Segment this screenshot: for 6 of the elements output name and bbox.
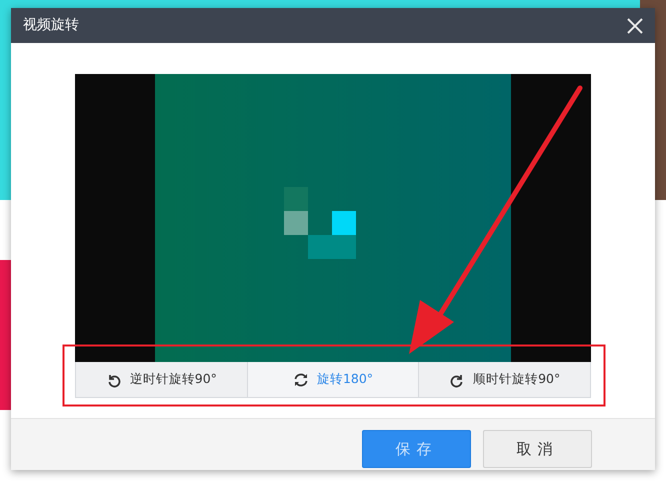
rotate-button[interactable]: 逆时针旋转90° (76, 362, 248, 397)
sync-icon (292, 372, 309, 388)
cancel-button[interactable]: 取消 (483, 430, 592, 468)
dialog-title: 视频旋转 (23, 16, 79, 35)
close-icon[interactable] (627, 18, 643, 34)
rotate-button[interactable]: 顺时针旋转90° (419, 362, 590, 397)
